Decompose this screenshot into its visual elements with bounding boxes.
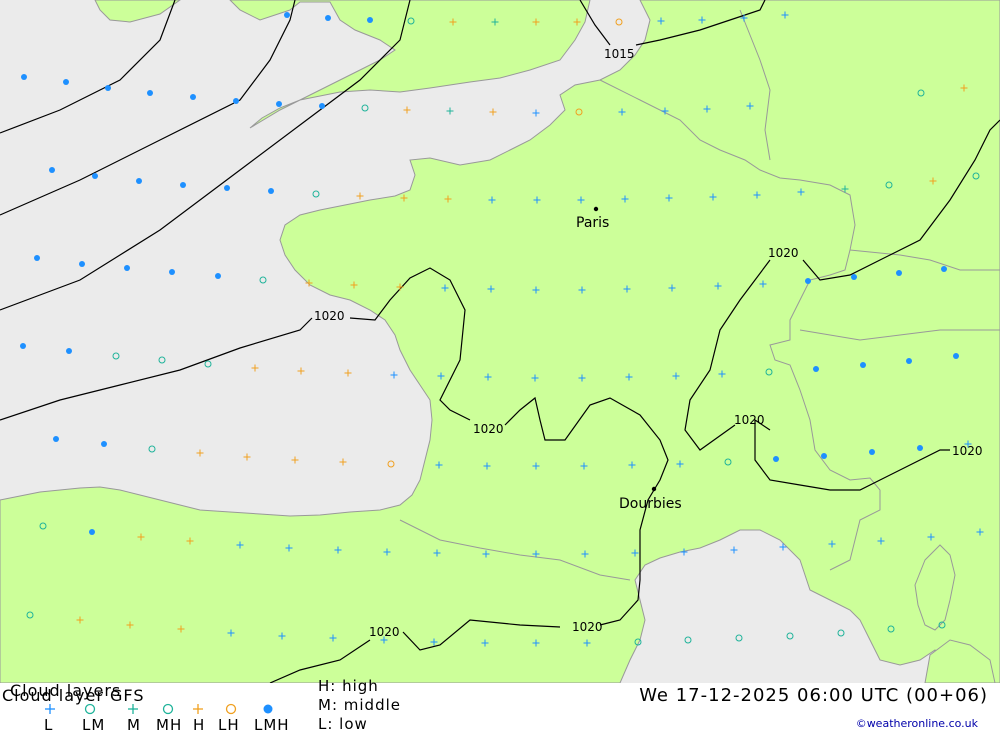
cloud-lmh-dot-icon <box>215 273 221 279</box>
city-marker-dourbies <box>651 486 657 492</box>
cloud-lmh-dot-icon <box>860 362 866 368</box>
legend-symbol-lm-icon <box>84 703 96 715</box>
cloud-lmh-dot-icon <box>169 269 175 275</box>
cloud-lmh-dot-icon <box>233 98 239 104</box>
cloud-lmh-dot-icon <box>319 103 325 109</box>
legend-def-middle: M: middle <box>318 696 401 714</box>
isobar-label: 1020 <box>473 422 504 436</box>
legend-symbol-l-icon <box>45 704 55 714</box>
cloud-lmh-dot-icon <box>869 449 875 455</box>
cloud-lmh-dot-icon <box>821 453 827 459</box>
legend-symbol-m-icon <box>128 704 138 714</box>
legend-level-m: M <box>127 716 141 734</box>
cloud-lmh-dot-icon <box>34 255 40 261</box>
cloud-lmh-dot-icon <box>906 358 912 364</box>
valid-datetime: We 17-12-2025 06:00 UTC (00+06) <box>639 685 988 706</box>
legend-bar: Cloud layers Cloud layer GFS L LM M MH H… <box>0 677 1000 734</box>
city-marker-paris <box>593 206 599 212</box>
cloud-lmh-dot-icon <box>105 85 111 91</box>
isobar-label: 1020 <box>952 444 983 458</box>
cloud-lmh-dot-icon <box>805 278 811 284</box>
isobar-label: 1020 <box>314 309 345 323</box>
legend-level-lh: LH <box>218 716 240 734</box>
cloud-lmh-dot-icon <box>63 79 69 85</box>
isobar-label: 1020 <box>572 620 603 634</box>
cloud-lmh-dot-icon <box>147 90 153 96</box>
cloud-lmh-dot-icon <box>136 178 142 184</box>
cloud-lmh-dot-icon <box>367 17 373 23</box>
cloud-lmh-dot-icon <box>49 167 55 173</box>
cloud-lmh-dot-icon <box>89 529 95 535</box>
legend-level-lm: LM <box>82 716 106 734</box>
cloud-lmh-dot-icon <box>941 266 947 272</box>
cloud-lmh-dot-icon <box>124 265 130 271</box>
cloud-lmh-dot-icon <box>224 185 230 191</box>
cloud-lmh-dot-icon <box>20 343 26 349</box>
cloud-lmh-dot-icon <box>268 188 274 194</box>
cloud-lmh-dot-icon <box>325 15 331 21</box>
legend-level-l: L <box>44 716 54 734</box>
cloud-lmh-dot-icon <box>180 182 186 188</box>
city-label-paris: Paris <box>576 215 609 231</box>
cloud-lmh-dot-icon <box>813 366 819 372</box>
cloud-lmh-dot-icon <box>284 12 290 18</box>
cloud-lmh-dot-icon <box>896 270 902 276</box>
cloud-lmh-dot-icon <box>66 348 72 354</box>
cloud-lmh-dot-icon <box>92 173 98 179</box>
cloud-lmh-dot-icon <box>53 436 59 442</box>
cloud-layer-map: 1015 1020 1020 1020 1020 1020 1020 1020 … <box>0 0 1000 683</box>
cloud-lmh-dot-icon <box>21 74 27 80</box>
cloud-lmh-dot-icon <box>101 441 107 447</box>
city-label-dourbies: Dourbies <box>619 496 682 512</box>
cloud-lmh-dot-icon <box>917 445 923 451</box>
cloud-lmh-dot-icon <box>773 456 779 462</box>
cloud-lmh-dot-icon <box>953 353 959 359</box>
legend-level-h: H <box>193 716 206 734</box>
legend-def-high: H: high <box>318 677 379 695</box>
isobar-label: 1020 <box>768 246 799 260</box>
isobar-label: 1015 <box>604 47 635 61</box>
cloud-lmh-dot-icon <box>79 261 85 267</box>
cloud-lmh-dot-icon <box>276 101 282 107</box>
legend-def-low: L: low <box>318 715 368 733</box>
legend-symbol-mh-icon <box>162 703 174 715</box>
legend-symbol-h-icon <box>193 704 203 714</box>
cloud-lmh-dot-icon <box>190 94 196 100</box>
cloud-lmh-dot-icon <box>851 274 857 280</box>
legend-symbol-lmh-icon <box>263 704 273 714</box>
legend-level-mh: MH <box>156 716 183 734</box>
credit-link[interactable]: ©weatheronline.co.uk <box>856 717 978 730</box>
legend-symbol-lh-icon <box>225 703 237 715</box>
legend-level-lmh: LMH <box>254 716 290 734</box>
isobar-label: 1020 <box>734 413 765 427</box>
